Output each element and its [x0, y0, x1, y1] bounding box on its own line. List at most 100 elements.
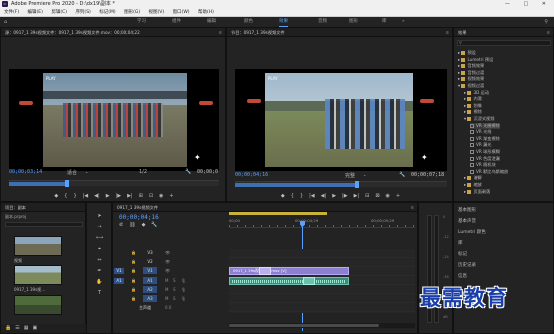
source-fit-dropdown[interactable]: 适合: [67, 169, 77, 176]
mic-icon[interactable]: 🎙: [181, 277, 186, 285]
menu-help[interactable]: 帮助(H): [198, 10, 214, 15]
program-monitor-tab[interactable]: 节目：0917_1 39s视频文件 ≡: [227, 28, 452, 37]
mute-icon[interactable]: M: [165, 286, 168, 294]
step-forward-icon[interactable]: |▶: [342, 191, 348, 201]
program-video-viewer[interactable]: PLAY ✦: [235, 69, 447, 171]
list-view-icon[interactable]: ☰: [15, 325, 23, 331]
panel-markers[interactable]: 标记: [458, 251, 467, 257]
track-select-tool-icon[interactable]: ⇢: [96, 224, 103, 231]
insert-icon[interactable]: ⊞: [139, 191, 143, 201]
effect-folder[interactable]: ▸ 页面剥落: [464, 189, 490, 195]
workspace-more[interactable]: »: [402, 17, 405, 27]
effect-item[interactable]: VR 光线: [470, 129, 491, 135]
marker-icon[interactable]: ◆: [281, 191, 285, 201]
wrench-icon[interactable]: 🔧: [399, 172, 405, 178]
workspace-color[interactable]: 颜色: [244, 17, 253, 27]
track-header-a3[interactable]: 🔒 A3 M S 🎙: [113, 295, 226, 303]
solo-icon[interactable]: S: [173, 286, 176, 294]
lock-icon[interactable]: 🔒: [131, 258, 136, 266]
link-icon[interactable]: ⛓: [129, 222, 141, 228]
timeline-tab[interactable]: 0917_1 39s视频文件 ≡: [113, 203, 417, 212]
panel-info[interactable]: 信息: [458, 273, 467, 279]
work-area-bar[interactable]: [229, 212, 327, 215]
workspace-assembly[interactable]: 组件: [172, 17, 181, 27]
goto-out-icon[interactable]: ▶|: [354, 191, 360, 201]
effect-item[interactable]: VR 漏光: [470, 142, 491, 148]
mark-in-icon[interactable]: {: [64, 191, 67, 201]
panel-menu-icon[interactable]: ≡: [218, 28, 222, 36]
mic-icon[interactable]: 🎙: [181, 286, 186, 294]
effects-tab[interactable]: 效果 ≡: [454, 28, 553, 37]
timeline-ruler[interactable]: 00;00 00;00;04;29 00;00;09;29: [229, 212, 415, 228]
lock-icon[interactable]: 🔒: [131, 295, 136, 303]
effect-folder[interactable]: ▾ 沉浸式视频: [464, 116, 494, 122]
effect-folder[interactable]: ▸ 3D 运动: [464, 90, 489, 96]
audio-clip[interactable]: [229, 277, 349, 285]
timeline-scroll-thumb[interactable]: [229, 324, 379, 327]
menu-graphics[interactable]: 图形(G): [124, 10, 140, 15]
lock-icon[interactable]: 🔒: [131, 267, 136, 275]
panel-essential-sound[interactable]: 基本声音: [458, 218, 476, 224]
effect-folder[interactable]: ▸ 划像: [464, 103, 482, 109]
slip-tool-icon[interactable]: ⇔: [96, 257, 103, 264]
master-volume[interactable]: 0.0: [165, 304, 171, 312]
eye-icon[interactable]: 👁: [165, 267, 170, 275]
effect-folder[interactable]: ▾ 视频过渡: [458, 83, 484, 89]
panel-lumetri-color[interactable]: Lumetri 颜色: [458, 229, 486, 235]
effect-folder[interactable]: ▸ 内滑: [464, 96, 482, 102]
project-sequence-thumbnail[interactable]: [14, 295, 62, 315]
track-header-v1[interactable]: V1 🔒 V1 👁: [113, 267, 226, 275]
mute-icon[interactable]: M: [165, 295, 168, 303]
play-icon[interactable]: ▶: [332, 191, 336, 201]
goto-in-icon[interactable]: |◀: [309, 191, 315, 201]
effect-item[interactable]: VR 球形模糊: [470, 149, 500, 155]
track-header-master[interactable]: 主声道 0.0: [113, 304, 226, 312]
effect-folder[interactable]: ▸ 缩放: [464, 182, 482, 188]
source-playhead[interactable]: [65, 180, 69, 187]
menu-clip[interactable]: 剪辑(C): [51, 10, 67, 15]
lock-icon[interactable]: 🔒: [5, 325, 15, 331]
marker-icon[interactable]: ◆: [54, 191, 58, 201]
effect-folder[interactable]: ▸ 擦除: [464, 109, 482, 115]
menu-marker[interactable]: 标记(M): [99, 10, 115, 15]
workspace-audio[interactable]: 音频: [318, 17, 327, 27]
workspace-editing[interactable]: 编辑: [207, 17, 216, 27]
panel-menu-icon[interactable]: ≡: [410, 203, 414, 211]
workspace-learn[interactable]: 学习: [137, 17, 146, 27]
lift-icon[interactable]: ⊟: [365, 191, 369, 201]
audio-transition-marker[interactable]: [303, 277, 315, 285]
track-name[interactable]: A1: [143, 277, 157, 284]
workspace-graphics[interactable]: 图形: [349, 17, 358, 27]
mark-in-icon[interactable]: {: [291, 191, 294, 201]
lock-icon[interactable]: 🔒: [131, 249, 136, 257]
mic-icon[interactable]: 🎙: [181, 295, 186, 303]
lock-icon[interactable]: 🔒: [131, 277, 136, 285]
effect-folder[interactable]: ▸ 视频效果: [458, 76, 484, 82]
add-button-icon[interactable]: +: [396, 191, 400, 201]
ripple-edit-tool-icon[interactable]: ⟷: [96, 235, 103, 242]
extract-icon[interactable]: ⊠: [375, 191, 379, 201]
chevron-down-icon[interactable]: ⌄: [85, 169, 88, 174]
program-playhead[interactable]: [355, 181, 359, 188]
source-video-viewer[interactable]: PLAY ✦: [9, 69, 219, 171]
search-icon[interactable]: ⚲: [544, 19, 548, 25]
step-back-icon[interactable]: ◀|: [94, 191, 100, 201]
type-tool-icon[interactable]: T: [96, 290, 103, 297]
effect-folder[interactable]: ▸ 预设: [458, 50, 476, 56]
goto-in-icon[interactable]: |◀: [83, 191, 89, 201]
mute-icon[interactable]: M: [165, 277, 168, 285]
track-name[interactable]: A2: [143, 286, 157, 293]
project-search-input[interactable]: [5, 222, 83, 227]
transition-marker[interactable]: [259, 267, 271, 275]
program-fit-dropdown[interactable]: 完整: [345, 172, 355, 179]
source-monitor-tab[interactable]: 源：0917_1 39s视频文件：0917_1 39s视频文件.mov：00;0…: [1, 28, 225, 37]
timeline-timecode[interactable]: 00;00;04;16: [119, 214, 159, 221]
panel-menu-icon[interactable]: ≡: [445, 28, 449, 36]
track-name[interactable]: A3: [143, 295, 157, 302]
panel-essential-graphics[interactable]: 基本图形: [458, 207, 476, 213]
workspace-effects[interactable]: 效果: [279, 17, 288, 27]
effect-item[interactable]: VR 默比乌斯缩放: [470, 169, 508, 175]
wrench-icon[interactable]: 🔧: [185, 169, 191, 175]
source-timecode[interactable]: 00;00;03;14: [9, 169, 42, 175]
menu-view[interactable]: 视图(V): [149, 10, 165, 15]
